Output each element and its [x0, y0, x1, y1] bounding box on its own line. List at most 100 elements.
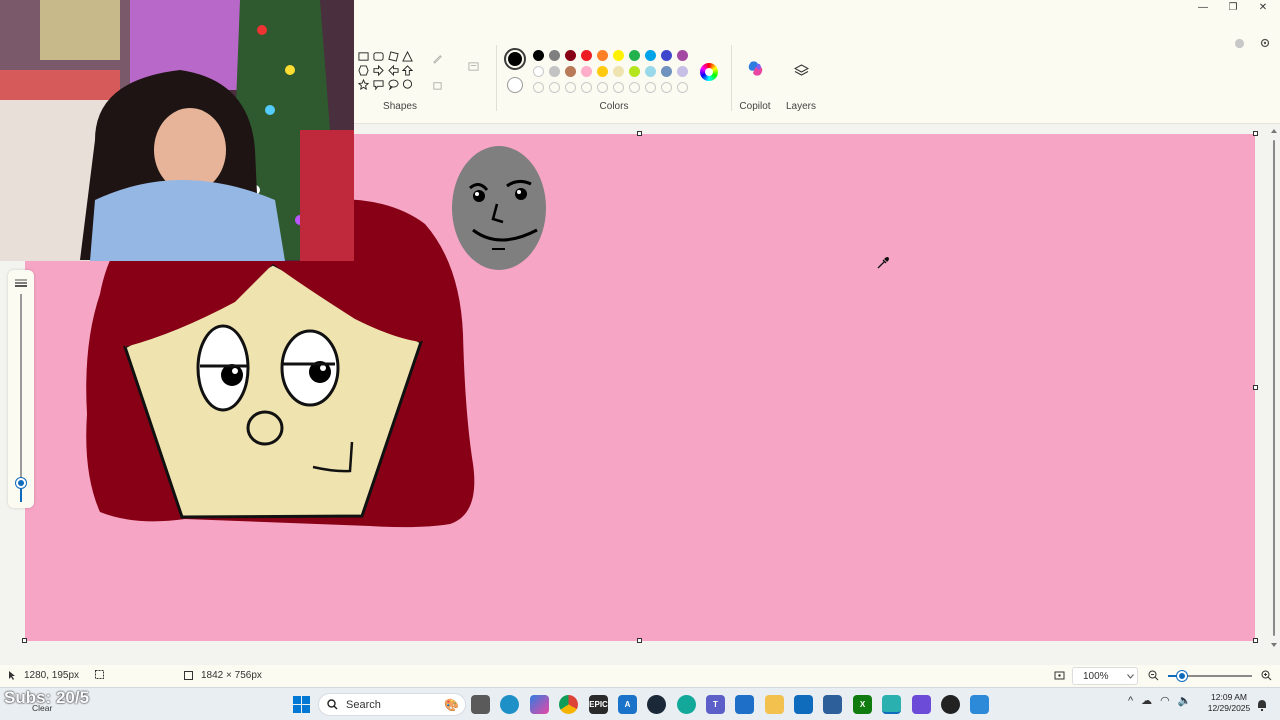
file-explorer-app-icon[interactable] — [471, 695, 490, 714]
color-swatch[interactable] — [629, 66, 640, 77]
volume-icon[interactable]: 🔈 — [1178, 694, 1192, 707]
canvas-resize-handle[interactable] — [1253, 131, 1258, 136]
color-swatch[interactable] — [613, 50, 624, 61]
search-placeholder: Search — [346, 698, 381, 711]
color-swatch[interactable] — [677, 50, 688, 61]
custom-color-slot[interactable] — [645, 82, 656, 93]
custom-color-slot[interactable] — [549, 82, 560, 93]
paint-app-icon[interactable] — [882, 695, 901, 714]
secondary-color-button[interactable] — [507, 77, 523, 93]
brush-size-slider[interactable] — [16, 478, 26, 488]
canvas-resize-handle[interactable] — [22, 638, 27, 643]
store-icon[interactable] — [823, 695, 842, 714]
callout-round-shape-icon[interactable] — [387, 78, 400, 91]
color-swatch[interactable] — [581, 50, 592, 61]
app-heart-icon[interactable] — [735, 695, 754, 714]
app-blue-icon[interactable] — [970, 695, 989, 714]
epic-games-icon[interactable]: EPIC — [589, 695, 608, 714]
chevron-up-icon[interactable]: ^ — [1128, 695, 1133, 707]
clock[interactable]: 12:09 AM 12/29/2025 — [1203, 692, 1255, 714]
close-button[interactable]: ✕ — [1248, 0, 1278, 14]
custom-color-slot[interactable] — [597, 82, 608, 93]
star-shape-icon[interactable] — [357, 78, 370, 91]
custom-color-slot[interactable] — [565, 82, 576, 93]
custom-color-slot[interactable] — [613, 82, 624, 93]
color-swatch[interactable] — [629, 50, 640, 61]
canvas-resize-handle[interactable] — [1253, 385, 1258, 390]
account-icon[interactable] — [1232, 36, 1246, 50]
primary-color-button[interactable] — [504, 48, 526, 70]
taskbar-search[interactable]: Search 🎨 — [318, 693, 466, 716]
color-swatch[interactable] — [581, 66, 592, 77]
fit-to-window-icon[interactable] — [1054, 670, 1065, 684]
windows-start-icon[interactable] — [293, 696, 310, 713]
edge-browser-icon[interactable] — [500, 695, 519, 714]
layers-label: Layers — [785, 101, 816, 112]
up-arrow-shape-icon[interactable] — [401, 64, 414, 77]
rounded-rectangle-shape-icon[interactable] — [372, 50, 385, 63]
app-teal-icon[interactable] — [677, 695, 696, 714]
color-swatch[interactable] — [533, 50, 544, 61]
custom-color-slot[interactable] — [661, 82, 672, 93]
chrome-browser-icon[interactable] — [559, 695, 578, 714]
teams-icon[interactable]: T — [706, 695, 725, 714]
canvas-resize-handle[interactable] — [637, 131, 642, 136]
zoom-dropdown[interactable]: 100% — [1072, 667, 1138, 685]
wifi-icon[interactable]: ◠ — [1160, 694, 1170, 707]
canvas-resize-handle[interactable] — [1253, 638, 1258, 643]
gray-smiley-drawing — [452, 146, 546, 270]
minimize-button[interactable]: — — [1188, 0, 1218, 14]
zoom-out-icon[interactable] — [1148, 670, 1159, 684]
callout-rect-shape-icon[interactable] — [372, 78, 385, 91]
color-swatch[interactable] — [597, 50, 608, 61]
color-swatch[interactable] — [597, 66, 608, 77]
notification-icon[interactable] — [1257, 698, 1267, 711]
vertical-scrollbar[interactable] — [1271, 128, 1277, 648]
mail-icon[interactable] — [794, 695, 813, 714]
canvas-size-status: 1842 × 756px — [184, 670, 262, 681]
polygon-shape-icon[interactable] — [387, 50, 400, 63]
custom-color-slot[interactable] — [533, 82, 544, 93]
callout-cloud-shape-icon[interactable] — [401, 78, 414, 91]
zoom-slider[interactable] — [1168, 671, 1252, 681]
shape-style-icon[interactable] — [467, 60, 480, 73]
color-swatch[interactable] — [661, 50, 672, 61]
obs-icon[interactable] — [941, 695, 960, 714]
custom-color-slot[interactable] — [581, 82, 592, 93]
clipchamp-icon[interactable] — [912, 695, 931, 714]
ribbon-divider — [496, 45, 497, 111]
color-swatch[interactable] — [645, 66, 656, 77]
left-arrow-shape-icon[interactable] — [387, 64, 400, 77]
ribbon-top-right — [1232, 36, 1272, 50]
maximize-button[interactable]: ❐ — [1218, 0, 1248, 14]
rectangle-shape-icon[interactable] — [357, 50, 370, 63]
color-swatch[interactable] — [677, 66, 688, 77]
canvas-resize-handle[interactable] — [637, 638, 642, 643]
search-icon — [327, 699, 338, 710]
shape-fill-icon[interactable] — [431, 79, 444, 92]
color-swatch[interactable] — [533, 66, 544, 77]
color-swatch[interactable] — [549, 66, 560, 77]
app-a-icon[interactable]: A — [618, 695, 637, 714]
hexagon-shape-icon[interactable] — [357, 64, 370, 77]
color-swatch[interactable] — [645, 50, 656, 61]
custom-color-slot[interactable] — [629, 82, 640, 93]
copilot-app-icon[interactable] — [530, 695, 549, 714]
right-arrow-shape-icon[interactable] — [372, 64, 385, 77]
zoom-in-icon[interactable] — [1261, 670, 1272, 684]
color-swatch[interactable] — [565, 50, 576, 61]
folder-icon[interactable] — [765, 695, 784, 714]
settings-gear-icon[interactable] — [1258, 36, 1272, 50]
xbox-icon[interactable]: X — [853, 695, 872, 714]
edit-colors-icon[interactable] — [700, 63, 718, 81]
shape-outline-icon[interactable] — [431, 52, 444, 65]
color-swatch[interactable] — [613, 66, 624, 77]
brush-size-track[interactable] — [20, 294, 22, 500]
color-swatch[interactable] — [549, 50, 560, 61]
custom-color-slot[interactable] — [677, 82, 688, 93]
color-swatch[interactable] — [565, 66, 576, 77]
network-icon[interactable]: ☁ — [1141, 694, 1152, 707]
steam-icon[interactable] — [647, 695, 666, 714]
triangle-shape-icon[interactable] — [401, 50, 414, 63]
color-swatch[interactable] — [661, 66, 672, 77]
